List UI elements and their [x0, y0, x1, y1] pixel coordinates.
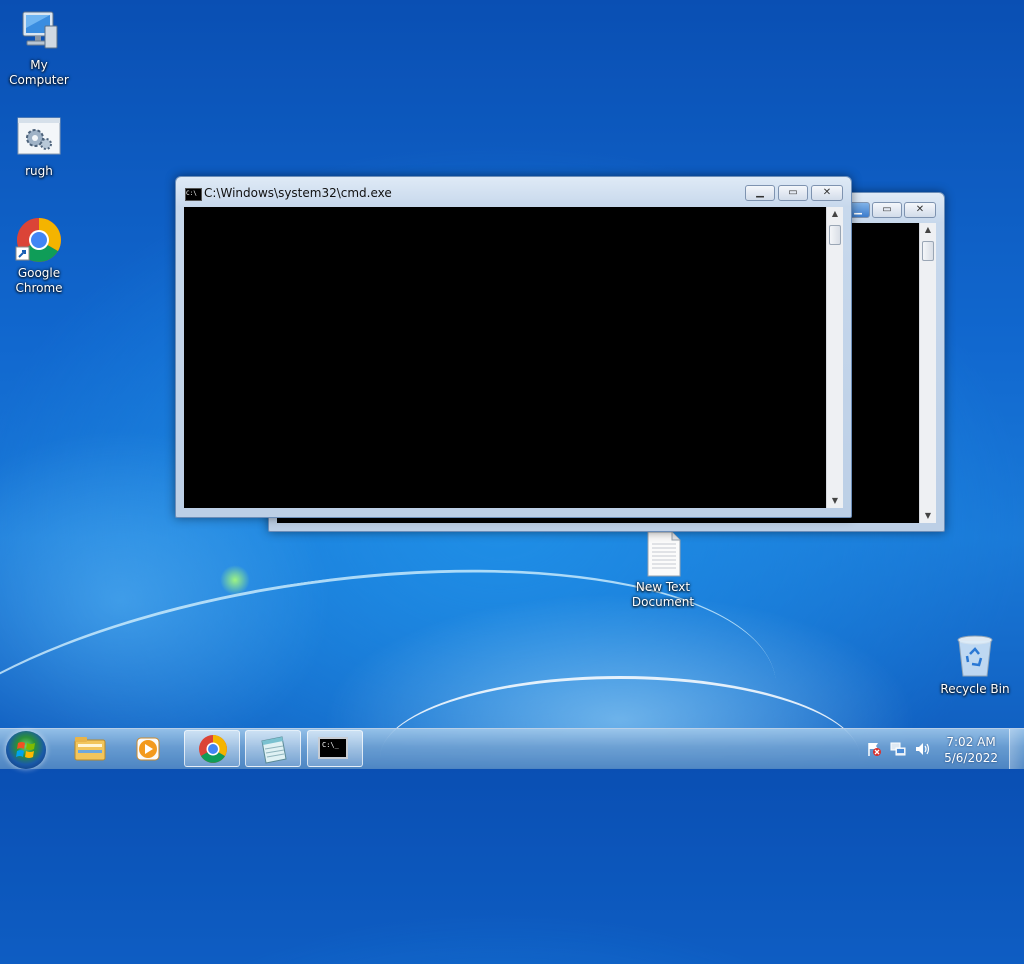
media-player-icon [136, 737, 160, 761]
desktop: { "desktop": { "icons": [ {"label": "My … [0, 0, 1024, 964]
vertical-scrollbar[interactable]: ▲ ▼ [826, 207, 843, 508]
settings-shortcut-icon [15, 114, 63, 162]
command-prompt-icon: C:\ [185, 188, 202, 201]
scroll-down-arrow-icon[interactable]: ▼ [920, 509, 936, 523]
network-icon[interactable] [890, 741, 906, 757]
scroll-thumb[interactable] [829, 225, 841, 245]
desktop-icon-label: New Text Document [631, 580, 695, 609]
taskbar-chrome[interactable] [184, 730, 240, 767]
minimize-icon: ▁ [756, 187, 764, 198]
close-button[interactable]: ✕ [904, 202, 936, 218]
recycle-bin-icon [951, 632, 999, 680]
command-prompt-icon-text: C:\ [186, 190, 197, 197]
close-icon: ✕ [915, 204, 925, 215]
desktop-icon-new-text-document[interactable]: New Text Document [623, 530, 703, 610]
desktop-icon-label: rugh [25, 164, 53, 178]
taskbar-notepad[interactable] [245, 730, 301, 767]
close-button[interactable]: ✕ [811, 185, 843, 201]
start-button[interactable] [6, 731, 46, 769]
windows-logo-icon [16, 742, 35, 758]
action-center-flag-icon[interactable] [866, 741, 882, 757]
computer-icon [15, 8, 63, 56]
command-prompt-icon: C:\_ [318, 737, 348, 759]
console-output[interactable] [184, 207, 826, 508]
maximize-button[interactable]: ▭ [778, 185, 808, 201]
scroll-up-arrow-icon[interactable]: ▲ [827, 207, 843, 221]
file-explorer-icon [74, 737, 106, 761]
show-desktop-button[interactable] [1009, 729, 1024, 769]
desktop-icon-rugh[interactable]: rugh [0, 114, 79, 179]
desktop-icon-label: Google Chrome [15, 266, 63, 295]
taskbar-file-explorer[interactable] [61, 730, 117, 767]
wallpaper-glow [220, 565, 250, 595]
desktop-icon-recycle-bin[interactable]: Recycle Bin [935, 632, 1015, 697]
minimize-button[interactable]: ▁ [745, 185, 775, 201]
chrome-icon [15, 216, 63, 264]
scroll-thumb[interactable] [922, 241, 934, 261]
taskbar: C:\_ 7:02 AM 5/6/2022 [0, 728, 1024, 769]
scroll-down-arrow-icon[interactable]: ▼ [827, 494, 843, 508]
taskbar-command-prompt[interactable]: C:\_ [307, 730, 363, 767]
title-bar[interactable]: C:\ C:\Windows\system32\cmd.exe ▁ ▭ ✕ [176, 177, 851, 207]
notepad-icon [261, 736, 287, 764]
clock-time: 7:02 AM [946, 735, 996, 749]
volume-icon[interactable] [914, 741, 930, 757]
maximize-button[interactable]: ▭ [872, 202, 902, 218]
command-prompt-icon-text: C:\_ [322, 741, 339, 749]
desktop-icon-my-computer[interactable]: My Computer [0, 8, 79, 88]
taskbar-media-player[interactable] [122, 730, 178, 767]
window-title: C:\Windows\system32\cmd.exe [204, 186, 392, 200]
text-document-icon [639, 530, 687, 578]
desktop-icon-label: My Computer [9, 58, 69, 87]
system-clock[interactable]: 7:02 AM 5/6/2022 [944, 734, 998, 766]
vertical-scrollbar[interactable]: ▲ ▼ [919, 223, 936, 523]
maximize-icon: ▭ [788, 187, 798, 198]
chrome-icon [199, 735, 227, 763]
scroll-up-arrow-icon[interactable]: ▲ [920, 223, 936, 237]
desktop-icon-label: Recycle Bin [940, 682, 1010, 696]
maximize-icon: ▭ [882, 204, 892, 215]
cmd-window-front[interactable]: C:\ C:\Windows\system32\cmd.exe ▁ ▭ ✕ ▲ … [175, 176, 852, 518]
close-icon: ✕ [822, 187, 832, 198]
clock-date: 5/6/2022 [944, 751, 998, 765]
desktop-icon-google-chrome[interactable]: Google Chrome [0, 216, 79, 296]
